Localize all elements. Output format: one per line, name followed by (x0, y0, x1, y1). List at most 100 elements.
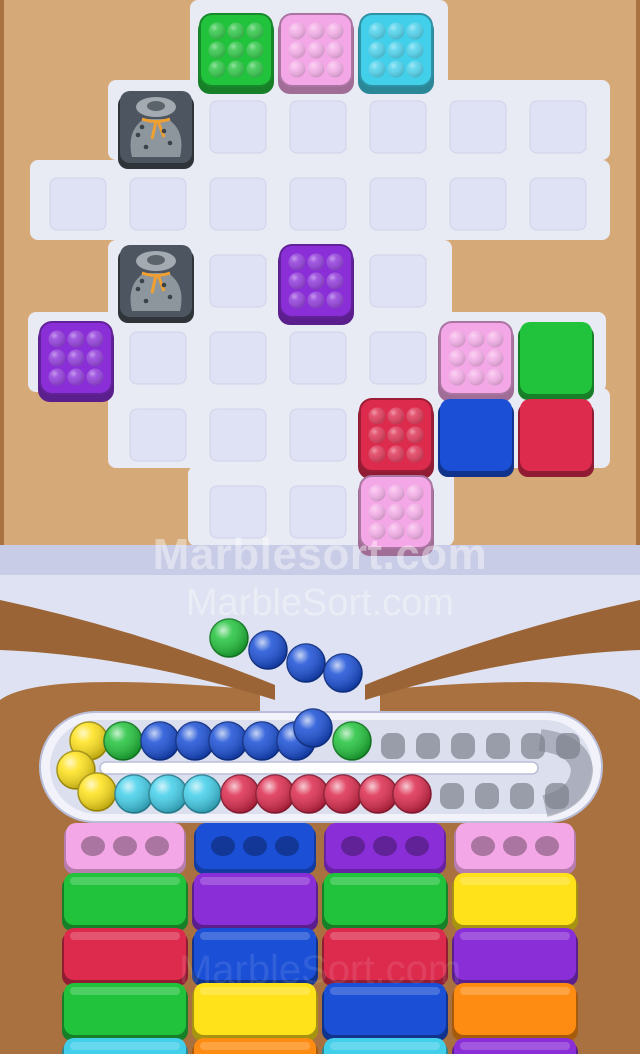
marble-container-1[interactable] (62, 823, 188, 1054)
container-highlight (330, 877, 440, 885)
sack-dot (135, 132, 141, 138)
empty-slot (440, 783, 464, 809)
container-highlight (460, 877, 570, 885)
bubble-shine (406, 522, 424, 540)
empty-cell (209, 485, 267, 539)
empty-cell (209, 100, 267, 154)
marble-shine (393, 775, 431, 813)
pink-bubble-block[interactable] (438, 321, 514, 402)
container-highlight (70, 987, 180, 995)
red-bubble-block[interactable] (358, 398, 434, 479)
bubble-shine (227, 41, 245, 59)
block-body (520, 322, 592, 394)
bubble-shine (368, 484, 386, 502)
container-hole (275, 836, 299, 856)
track-marble (358, 774, 398, 814)
bubble-shine (307, 41, 325, 59)
red-solid-block[interactable] (518, 399, 594, 477)
marble-sack-icon[interactable] (118, 245, 194, 323)
empty-cell (369, 177, 427, 231)
container-hole (405, 836, 429, 856)
empty-cell (209, 177, 267, 231)
empty-cell (289, 408, 347, 462)
bubble-shine (387, 22, 405, 40)
marble-shine (324, 654, 362, 692)
bubble-shine (326, 22, 344, 40)
bubble-shine (307, 22, 325, 40)
track-marble (140, 721, 180, 761)
marble-container-4[interactable] (452, 823, 578, 1054)
track-marble (148, 774, 188, 814)
track-marble (293, 708, 333, 748)
container-highlight (200, 987, 310, 995)
empty-cell (209, 408, 267, 462)
cyan-bubble-block[interactable] (358, 13, 434, 94)
bubble-shine (406, 484, 424, 502)
bubble-shine (406, 41, 424, 59)
bubble-shine (486, 349, 504, 367)
bubble-shine (467, 330, 485, 348)
marble-shine (333, 722, 371, 760)
bubble-shine (368, 503, 386, 521)
bubble-shine (387, 41, 405, 59)
bubble-shine (406, 503, 424, 521)
marble-shine (104, 722, 142, 760)
funnel-marble (323, 653, 363, 693)
marble-shine (209, 722, 247, 760)
empty-slot (475, 783, 499, 809)
green-bubble-block[interactable] (198, 13, 274, 94)
purple-bubble-block[interactable] (278, 244, 354, 325)
pink-bubble-block[interactable] (358, 475, 434, 556)
track-marble (208, 721, 248, 761)
bubble-shine (406, 426, 424, 444)
container-hole (503, 836, 527, 856)
bubble-shine (368, 22, 386, 40)
container-hole (145, 836, 169, 856)
purple-bubble-block[interactable] (38, 321, 114, 402)
sack-opening (147, 255, 165, 265)
empty-cell (209, 254, 267, 308)
container-highlight (200, 877, 310, 885)
bubble-shine (326, 291, 344, 309)
bubble-shine (86, 330, 104, 348)
marble-container-2[interactable] (192, 823, 318, 1054)
marble-shine (249, 631, 287, 669)
bubble-shine (86, 368, 104, 386)
bubble-shine (86, 349, 104, 367)
container-highlight (70, 877, 180, 885)
track-marble (289, 774, 329, 814)
container-highlight (70, 932, 180, 940)
track-marble (255, 774, 295, 814)
empty-cell (369, 100, 427, 154)
bubble-shine (387, 426, 405, 444)
blue-solid-block[interactable] (438, 399, 514, 477)
bubble-shine (67, 368, 85, 386)
bubble-shine (406, 407, 424, 425)
pink-bubble-block[interactable] (278, 13, 354, 94)
bubble-shine (326, 253, 344, 271)
green-solid-block[interactable] (518, 322, 594, 400)
container-hole (341, 836, 365, 856)
empty-cell (289, 485, 347, 539)
track-marble (242, 721, 282, 761)
bubble-shine (387, 60, 405, 78)
marble-shine (324, 775, 362, 813)
container-highlight (460, 932, 570, 940)
empty-cell (369, 331, 427, 385)
container-highlight (200, 1042, 310, 1050)
bubble-shine (208, 22, 226, 40)
bubble-shine (67, 349, 85, 367)
bubble-shine (387, 522, 405, 540)
container-highlight (70, 1042, 180, 1050)
bubble-shine (368, 522, 386, 540)
empty-cell (289, 331, 347, 385)
bubble-shine (448, 349, 466, 367)
marble-shine (210, 619, 248, 657)
empty-cell (449, 177, 507, 231)
bubble-shine (307, 291, 325, 309)
marble-shine (359, 775, 397, 813)
marble-sack-icon[interactable] (118, 91, 194, 169)
marble-container-3[interactable] (322, 823, 448, 1054)
bubble-shine (387, 484, 405, 502)
bubble-shine (387, 407, 405, 425)
